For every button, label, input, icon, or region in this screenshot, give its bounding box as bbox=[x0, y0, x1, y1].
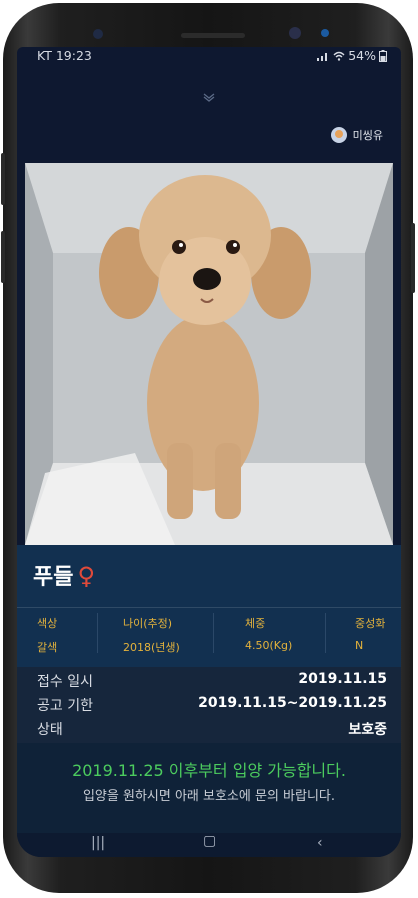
attr-value: 2018(년생) bbox=[123, 641, 180, 654]
navigation-bar: ||| ▢ ‹ bbox=[17, 833, 401, 857]
screen: KT 19:23 54% 미씽유 푸들 ♀ 색상 갈색 나이(추정) 2018(… bbox=[17, 47, 401, 857]
avatar-icon bbox=[330, 127, 347, 143]
attribute-row: 색상 갈색 나이(추정) 2018(년생) 체중 4.50(Kg) 중성화 N bbox=[17, 611, 401, 663]
phone-frame: KT 19:23 54% 미씽유 푸들 ♀ 색상 갈색 나이(추정) 2018(… bbox=[1, 3, 415, 893]
pet-info-card: 푸들 ♀ 색상 갈색 나이(추정) 2018(년생) 체중 4.50(Kg) 중… bbox=[17, 545, 401, 835]
attr-value: 갈색 bbox=[37, 641, 58, 654]
proximity-sensor bbox=[321, 29, 329, 37]
pet-photo bbox=[25, 163, 393, 545]
detail-label: 공고 기한 bbox=[37, 698, 93, 714]
recent-apps-icon[interactable]: ||| bbox=[91, 835, 105, 851]
attr-label: 중성화 bbox=[355, 617, 386, 630]
adoption-notice: 2019.11.25 이후부터 입양 가능합니다. 입양을 원하시면 아래 보호… bbox=[17, 743, 401, 833]
availability-text: 2019.11.25 이후부터 입양 가능합니다. bbox=[72, 761, 346, 780]
battery-icon bbox=[379, 49, 387, 62]
detail-row: 접수 일시 2019.11.15 bbox=[17, 671, 401, 693]
detail-row: 상태 보호중 bbox=[17, 719, 401, 741]
user-profile[interactable]: 미씽유 bbox=[330, 127, 383, 143]
attr-label: 나이(추정) bbox=[123, 617, 173, 630]
wifi-icon bbox=[333, 51, 345, 61]
contact-text: 입양을 원하시면 아래 보호소에 문의 바랍니다. bbox=[82, 789, 336, 804]
details-section: 접수 일시 2019.11.15 공고 기한 2019.11.15~2019.1… bbox=[17, 667, 401, 743]
detail-value: 2019.11.15 bbox=[298, 671, 387, 687]
iris-sensor bbox=[93, 29, 103, 39]
divider bbox=[213, 613, 214, 653]
battery-percent: 54% bbox=[348, 48, 376, 63]
chevron-down-icon[interactable] bbox=[203, 91, 215, 103]
front-camera bbox=[289, 27, 301, 39]
divider bbox=[97, 613, 98, 653]
earpiece bbox=[181, 33, 245, 38]
bixby-button bbox=[1, 231, 5, 283]
home-icon[interactable]: ▢ bbox=[203, 833, 216, 849]
detail-value: 2019.11.15~2019.11.25 bbox=[198, 695, 387, 711]
back-icon[interactable]: ‹ bbox=[317, 835, 323, 851]
power-button bbox=[411, 223, 415, 293]
attr-value: 4.50(Kg) bbox=[245, 639, 293, 652]
detail-label: 접수 일시 bbox=[37, 674, 93, 690]
divider bbox=[325, 613, 326, 653]
attr-value: N bbox=[355, 639, 364, 652]
volume-button bbox=[1, 153, 5, 205]
detail-label: 상태 bbox=[37, 722, 63, 738]
attr-label: 색상 bbox=[37, 617, 58, 630]
status-value: 보호중 bbox=[348, 722, 387, 738]
signal-icon bbox=[317, 52, 328, 61]
pet-breed: 푸들 bbox=[33, 565, 74, 590]
status-carrier-time: KT 19:23 bbox=[37, 48, 92, 63]
status-bar: KT 19:23 54% bbox=[17, 47, 401, 67]
user-name: 미씽유 bbox=[352, 129, 383, 142]
pet-photo-illustration bbox=[25, 163, 393, 545]
attr-label: 체중 bbox=[245, 617, 266, 630]
divider bbox=[17, 607, 401, 608]
detail-row: 공고 기한 2019.11.15~2019.11.25 bbox=[17, 695, 401, 717]
gender-female-icon: ♀ bbox=[77, 562, 96, 590]
